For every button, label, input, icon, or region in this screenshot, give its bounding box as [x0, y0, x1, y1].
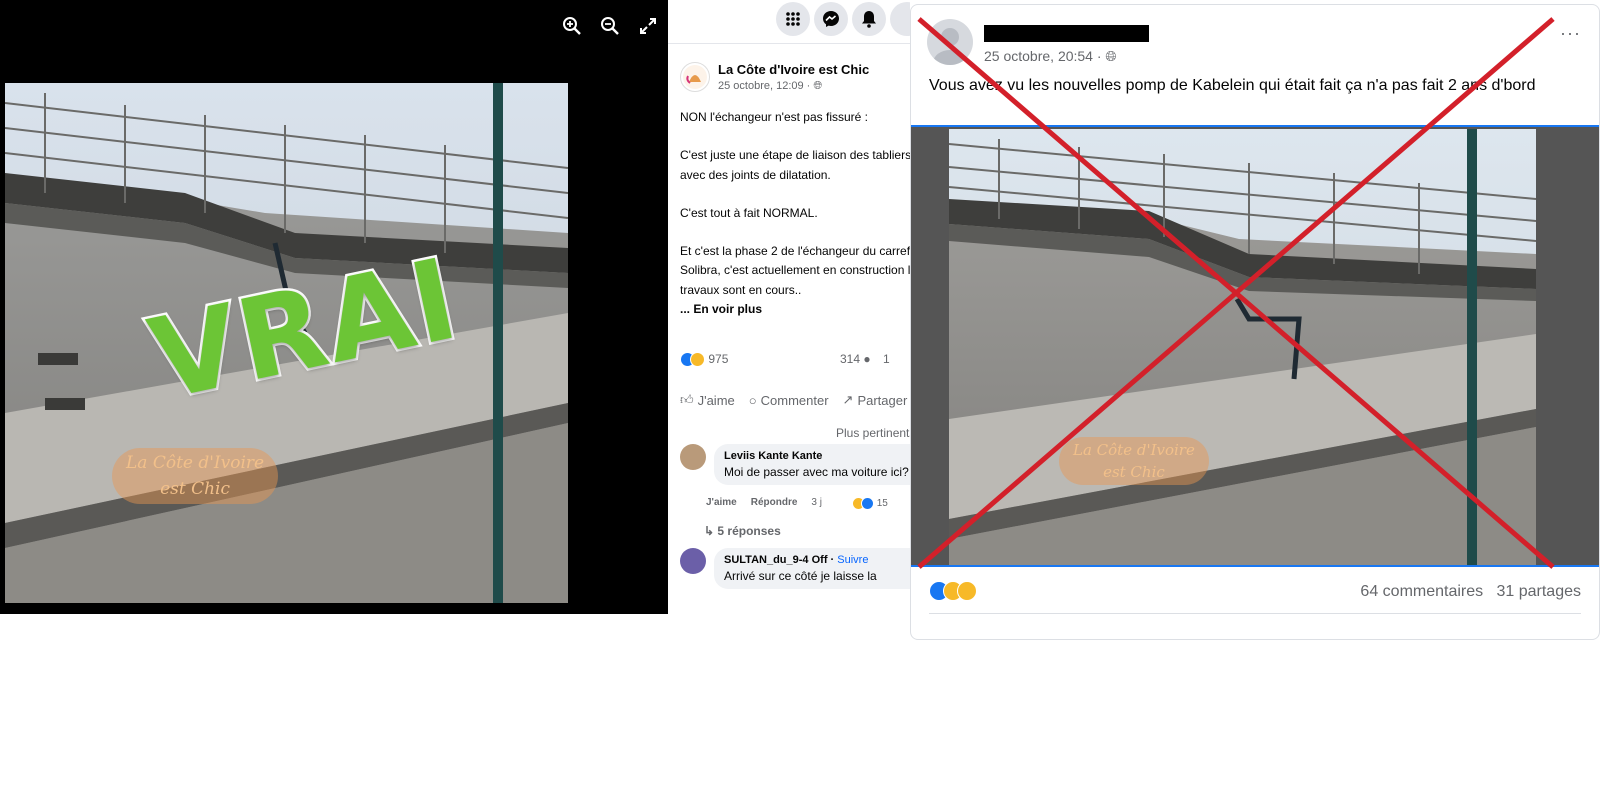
screenshot-collage: La Côte d'Ivoire est Chic VRAI La Côte d… — [0, 0, 1600, 800]
page-avatar[interactable] — [680, 62, 710, 92]
reply-arrow-icon: ↳ — [704, 524, 715, 538]
post-line: C'est juste une étape de liaison des tab… — [680, 148, 910, 163]
follow-button[interactable]: Suivre — [837, 554, 868, 566]
watermark: La Côte d'Ivoire est Chic — [1059, 437, 1209, 485]
replies-link[interactable]: ↳ 5 réponses — [704, 524, 781, 538]
post-meta: 25 octobre, 12:09 · 🌐︎ — [718, 80, 869, 93]
see-more-link[interactable]: ... En voir plus — [680, 300, 910, 319]
like-label: J'aime — [697, 392, 735, 408]
watermark-line: est Chic — [1103, 463, 1165, 481]
fake-post-meta: 25 octobre, 20:54 · 🌐︎ — [984, 48, 1117, 65]
original-post-panel: La Côte d'Ivoire est Chic 25 octobre, 12… — [668, 0, 910, 614]
messenger-icon[interactable] — [814, 2, 848, 36]
post-header: La Côte d'Ivoire est Chic 25 octobre, 12… — [680, 62, 869, 93]
menu-grid-icon[interactable] — [776, 2, 810, 36]
globe-icon: 🌐︎ — [813, 80, 823, 92]
fake-post-stats: 64 commentaires 31 partages — [929, 581, 1581, 601]
comment-text: Moi de passer avec ma voiture ici? — [724, 465, 909, 479]
top-nav — [668, 0, 910, 44]
fullscreen-icon[interactable] — [636, 14, 660, 38]
comment-item: SULTAN_du_9-4 Off · Suivre Arrivé sur ce… — [680, 548, 910, 589]
fake-post-date[interactable]: 25 octobre, 20:54 · — [984, 48, 1105, 64]
comment-text: Arrivé sur ce côté je laisse la — [724, 569, 877, 583]
more-options-icon[interactable]: ··· — [1560, 23, 1581, 44]
viewer-toolbar — [560, 14, 660, 38]
post-line: Et c'est la phase 2 de l'échangeur du ca… — [680, 244, 910, 259]
comment-reaction-count: 15 — [876, 498, 888, 510]
replies-label: 5 réponses — [717, 524, 781, 538]
thumbs-up-icon: 👍︎ — [680, 392, 694, 407]
comment-count[interactable]: 314 ● — [840, 352, 871, 366]
fake-post-text: Vous avez vu les nouvelles pomp de Kabel… — [929, 77, 1536, 94]
commenter-avatar[interactable] — [680, 548, 706, 574]
commenter-name[interactable]: SULTAN_du_9-4 Off — [724, 554, 828, 566]
comment-reply-button[interactable]: Répondre — [751, 497, 798, 510]
commenter-name[interactable]: Leviis Kante Kante — [724, 450, 910, 462]
globe-icon: 🌐︎ — [1105, 48, 1117, 64]
fake-share-count[interactable]: 31 partages — [1496, 583, 1581, 600]
commenter-line: SULTAN_du_9-4 Off · Suivre — [724, 554, 869, 566]
post-line: C'est tout à fait NORMAL. — [680, 205, 818, 220]
watermark: La Côte d'Ivoire est Chic — [112, 448, 279, 504]
divider — [929, 613, 1581, 614]
bridge-photo[interactable] — [949, 129, 1536, 565]
page-name[interactable]: La Côte d'Ivoire est Chic — [718, 62, 869, 77]
fake-post-photo-frame: La Côte d'Ivoire est Chic — [911, 125, 1599, 567]
comment-bubble-icon: ○ — [748, 392, 757, 408]
zoom-out-icon[interactable] — [598, 14, 622, 38]
share-arrow-icon: ↗ — [842, 392, 854, 407]
wow-reaction-icon — [957, 581, 977, 601]
post-line: Solibra, c'est actuellement en construct… — [680, 263, 910, 278]
comment-age[interactable]: 3 j — [811, 497, 822, 510]
comment-button[interactable]: ○ Commenter — [749, 392, 829, 408]
like-button[interactable]: 👍︎ J'aime — [680, 392, 735, 408]
comment-label: Commenter — [760, 392, 829, 408]
like-reaction-icon — [860, 497, 874, 510]
share-label: Partager — [857, 392, 908, 408]
post-line: NON l'échangeur n'est pas fissuré : — [680, 110, 869, 124]
account-icon[interactable] — [890, 2, 910, 36]
comment-bubble: Leviis Kante Kante Moi de passer avec ma… — [714, 444, 910, 485]
comment-like-button[interactable]: J'aime — [706, 497, 737, 510]
post-text: NON l'échangeur n'est pas fissuré : C'es… — [680, 108, 910, 319]
post-line: travaux sont en cours.. — [680, 282, 802, 297]
share-count[interactable]: 1 — [883, 352, 890, 366]
fake-comment-count[interactable]: 64 commentaires — [1360, 583, 1483, 600]
haha-reaction-icon — [690, 352, 705, 368]
post-date[interactable]: 25 octobre, 12:09 · — [718, 80, 813, 92]
comment-bubble: SULTAN_du_9-4 Off · Suivre Arrivé sur ce… — [714, 548, 910, 589]
zoom-in-icon[interactable] — [560, 14, 584, 38]
comment-reactions[interactable]: 15 — [851, 497, 888, 510]
fake-post-panel: 25 octobre, 20:54 · 🌐︎ ··· Vous avez vu … — [910, 4, 1600, 640]
author-avatar[interactable] — [927, 19, 973, 65]
share-button[interactable]: ↗ Partager — [843, 392, 908, 408]
watermark-line: est Chic — [160, 479, 231, 499]
post-actions: 👍︎ J'aime ○ Commenter ↗ Partager — [680, 392, 907, 408]
reaction-summary: 975 314 ● 1 — [680, 352, 910, 368]
redacted-author-name — [984, 25, 1149, 42]
post-line: avec des joints de dilatation. — [680, 167, 831, 182]
comment-count-value: 314 — [840, 352, 861, 366]
comment-icon: ● — [863, 352, 871, 366]
engagement-counts: 64 commentaires 31 partages — [1360, 583, 1581, 601]
bell-icon[interactable] — [852, 2, 886, 36]
commenter-avatar[interactable] — [680, 444, 706, 470]
comment-actions: J'aime Répondre 3 j 15 — [706, 497, 888, 510]
comment-item: Leviis Kante Kante Moi de passer avec ma… — [680, 444, 910, 485]
post-identity: La Côte d'Ivoire est Chic 25 octobre, 12… — [718, 62, 869, 93]
photo-viewer: La Côte d'Ivoire est Chic VRAI — [0, 0, 668, 614]
reaction-count[interactable]: 975 — [708, 352, 728, 366]
watermark-line: La Côte d'Ivoire — [1073, 441, 1195, 459]
watermark-line: La Côte d'Ivoire — [126, 453, 265, 473]
comment-sort[interactable]: Plus pertinents — [836, 426, 910, 440]
